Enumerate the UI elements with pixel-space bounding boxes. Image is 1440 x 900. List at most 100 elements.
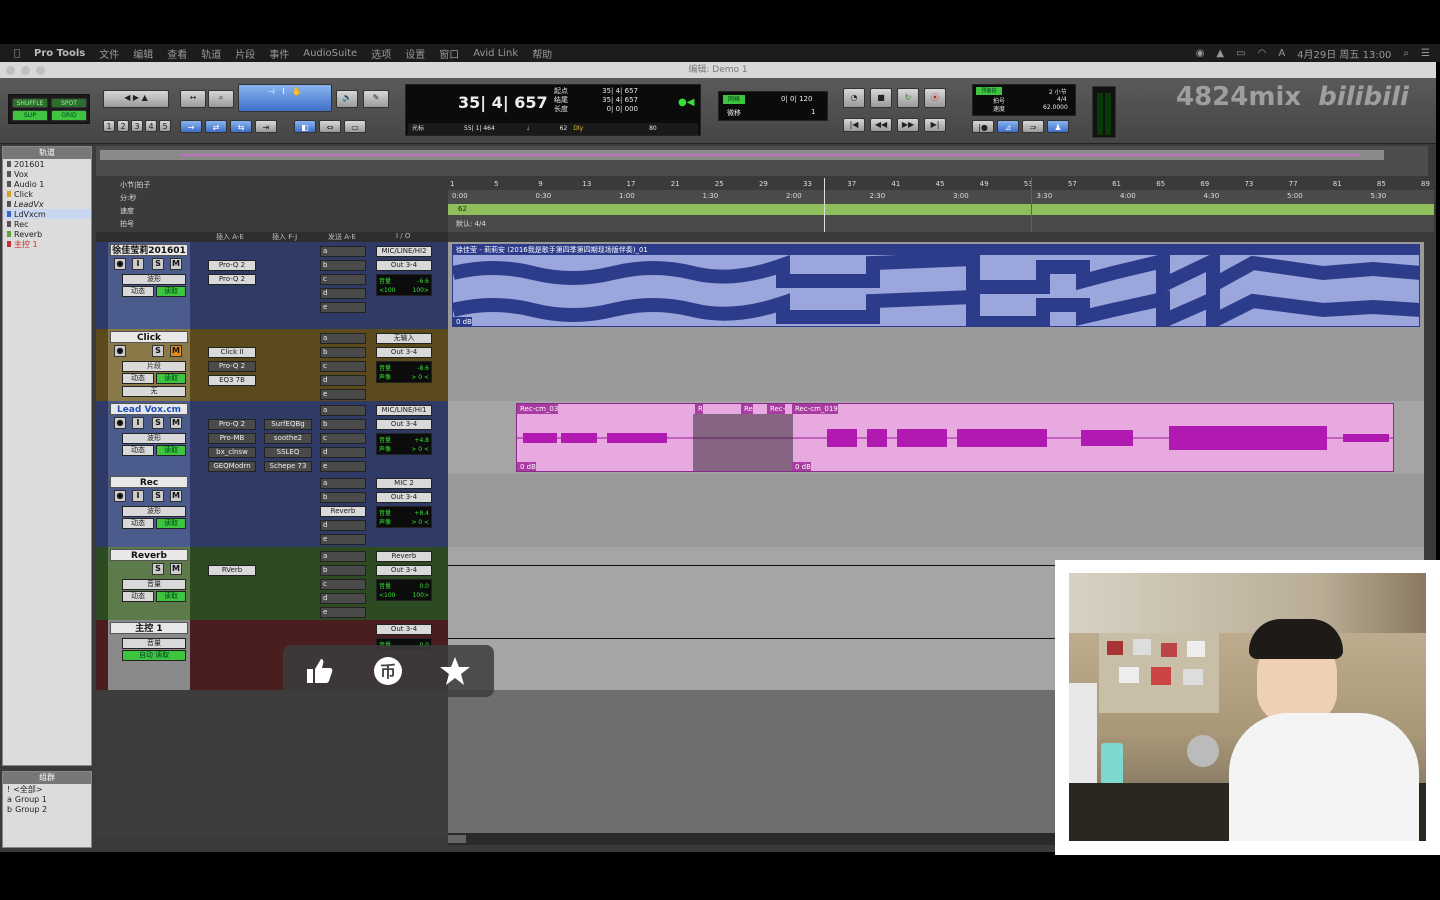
volume-value[interactable]: +4.8 xyxy=(414,436,429,445)
input-select[interactable]: 无输入 xyxy=(376,333,432,344)
pan-left-value[interactable]: <100 xyxy=(379,287,395,294)
input-select[interactable]: Reverb xyxy=(376,551,432,562)
automation-read[interactable]: 自动 读取 xyxy=(122,650,186,661)
go-to-end-icon[interactable]: ▶| xyxy=(924,118,946,132)
nudge-number[interactable]: 1 xyxy=(811,108,815,116)
group-item[interactable]: ! <全部> xyxy=(3,784,91,794)
apple-menu-icon[interactable]:  xyxy=(14,48,20,59)
track-list-item[interactable]: 主控 1 xyxy=(3,239,91,249)
send-slot-b[interactable]: b xyxy=(320,347,366,358)
track-view-select[interactable]: 波形 xyxy=(122,433,186,444)
input-select[interactable]: MIC/LINE/HI1 xyxy=(376,405,432,416)
automation-label[interactable]: 动态 xyxy=(122,518,154,529)
clip-name[interactable]: Rec-cm_03 xyxy=(517,404,559,414)
track-view-select[interactable]: 音量 xyxy=(122,579,186,590)
zoom-preset-1[interactable]: 1 xyxy=(103,120,115,132)
meter-marker[interactable]: 默认: 4/4 xyxy=(456,219,486,229)
insert-slot-c[interactable]: EQ3 7B xyxy=(208,375,256,386)
input-monitor-button[interactable]: I xyxy=(132,258,144,270)
insert-slot-a[interactable]: Click II xyxy=(208,347,256,358)
track-view-select[interactable]: 片段 xyxy=(122,361,186,372)
automation-read[interactable]: 读取 xyxy=(156,286,186,297)
clip-gain[interactable]: 0 dB xyxy=(792,462,811,471)
record-icon[interactable]: ⦿ xyxy=(924,88,946,108)
battery-icon[interactable]: ▭ xyxy=(1236,48,1245,59)
menu-clip[interactable]: 片段 xyxy=(235,46,255,61)
track-name[interactable]: Reverb xyxy=(110,549,188,561)
clip-name[interactable]: Re xyxy=(741,404,753,414)
zoom-toggle-button[interactable]: ▭ xyxy=(344,120,366,133)
link-track-button[interactable]: ⇆ xyxy=(230,120,252,133)
mute-button[interactable]: M xyxy=(170,345,182,357)
menu-audiosuite[interactable]: AudioSuite xyxy=(303,48,357,59)
menubar-clock[interactable]: 4月29日 周五 13:00 xyxy=(1297,46,1391,61)
automation-read[interactable]: 读取 xyxy=(156,591,186,602)
group-item[interactable]: b Group 2 xyxy=(3,804,91,814)
input-monitor-button[interactable]: I xyxy=(132,417,144,429)
minimize-button[interactable] xyxy=(21,66,30,75)
audio-clip[interactable]: 徐佳莹 - 莉莉安 (2016我是歌手第四季第四期现场版伴奏)_01 0 dB xyxy=(452,244,1420,327)
send-slot-d[interactable]: d xyxy=(320,288,366,299)
wifi-icon[interactable]: ◠ xyxy=(1258,48,1267,59)
control-center-icon[interactable]: ☰ xyxy=(1421,48,1430,59)
insert-slot-a[interactable]: Pro-Q 2 xyxy=(208,260,256,271)
insert-slot-b[interactable]: Pro-Q 2 xyxy=(208,361,256,372)
insert-slot-b[interactable]: Pro-MB xyxy=(208,433,256,444)
ruler-minsec-label[interactable]: 分:秒 xyxy=(120,193,136,203)
send-slot-a[interactable]: a xyxy=(320,405,366,416)
send-slot-a[interactable]: a xyxy=(320,333,366,344)
insert-slot-b[interactable]: Pro-Q 2 xyxy=(208,274,256,285)
menu-event[interactable]: 事件 xyxy=(269,46,289,61)
menu-avid-link[interactable]: Avid Link xyxy=(473,48,518,59)
like-icon[interactable] xyxy=(303,655,335,687)
main-counter-value[interactable]: 35| 4| 657 xyxy=(458,93,548,112)
output-select[interactable]: Out 3-4 xyxy=(376,260,432,271)
send-slot-a[interactable]: a xyxy=(320,246,366,257)
zoom-button[interactable] xyxy=(36,66,45,75)
universe-overview[interactable] xyxy=(96,146,1428,176)
insert-slot-f[interactable]: SurfEQBg xyxy=(264,419,312,430)
grabber-tool-icon[interactable]: ✋ xyxy=(292,87,302,96)
fast-forward-icon[interactable]: ▶▶ xyxy=(897,118,919,132)
clip-name[interactable]: Rec- xyxy=(767,404,786,414)
zoom-controls[interactable]: ◀ ▶ ▲ xyxy=(103,90,169,108)
track-name[interactable]: 主控 1 xyxy=(110,622,188,634)
mirror-midi-button[interactable]: ⇥ xyxy=(255,120,277,133)
solo-button[interactable]: S xyxy=(152,258,164,270)
output-select[interactable]: Out 3-4 xyxy=(376,565,432,576)
stop-icon[interactable]: ■ xyxy=(870,88,892,108)
scrollbar-thumb[interactable] xyxy=(448,835,466,843)
solo-button[interactable]: S xyxy=(152,417,164,429)
input-select[interactable]: MIC 2 xyxy=(376,478,432,489)
track-list-item[interactable]: Reverb xyxy=(3,229,91,239)
conductor-button[interactable]: ♟ xyxy=(1047,120,1069,133)
automation-label[interactable]: 动态 xyxy=(122,445,154,456)
automation-read[interactable]: 读取 xyxy=(156,373,186,384)
zoom-preset-5[interactable]: 5 xyxy=(159,120,171,132)
tracks-list-header[interactable]: 轨道 xyxy=(3,147,91,159)
volume-value[interactable]: 0.0 xyxy=(419,582,429,591)
shuffle-mode-button[interactable]: SHUFFLE xyxy=(12,98,48,108)
coin-icon[interactable]: 币 xyxy=(372,655,404,687)
menu-options[interactable]: 选项 xyxy=(371,46,391,61)
volume-pan-display[interactable]: 音量 -6.6 <100 100> xyxy=(376,274,432,296)
track-name[interactable]: 徐佳莹莉201601 xyxy=(110,244,188,256)
mute-button[interactable]: M xyxy=(170,258,182,270)
output-select[interactable]: Out 3-4 xyxy=(376,419,432,430)
send-slot-d[interactable]: d xyxy=(320,375,366,386)
track-list-item[interactable]: Click xyxy=(3,189,91,199)
track-name[interactable]: Rec xyxy=(110,476,188,488)
send-slot-c[interactable]: c xyxy=(320,274,366,285)
output-select[interactable]: Out 3-4 xyxy=(376,624,432,635)
pan-right-value[interactable]: 100> xyxy=(413,591,429,600)
group-item[interactable]: a Group 1 xyxy=(3,794,91,804)
send-slot-a[interactable]: a xyxy=(320,551,366,562)
send-slot-b[interactable]: b xyxy=(320,492,366,503)
spot-mode-button[interactable]: SPOT xyxy=(51,98,87,108)
send-slot-c[interactable]: c xyxy=(320,433,366,444)
insert-slot-i[interactable]: Schepe 73 xyxy=(264,461,312,472)
track-view-select[interactable]: 波形 xyxy=(122,274,186,285)
send-slot-e[interactable]: e xyxy=(320,534,366,545)
automation-read[interactable]: 读取 xyxy=(156,518,186,529)
timeline-ruler[interactable]: 62 默认: 4/4 1 5 9 13 17 21 25 29 33 37 41 45 49 53 57 61… xyxy=(448,178,1434,232)
